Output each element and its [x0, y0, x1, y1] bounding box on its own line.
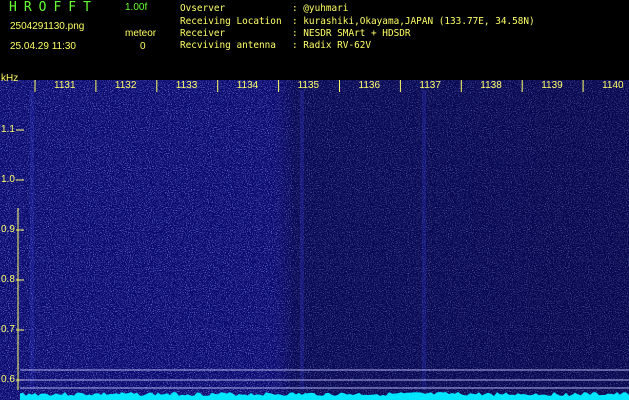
filename-label: 2504291130.png — [10, 21, 85, 32]
freq-tick-label: 1.1 — [1, 124, 15, 135]
time-tick-label: 1136 — [358, 80, 381, 91]
time-tick-label: 1138 — [480, 80, 502, 91]
freq-tick-label: 1.0 — [1, 174, 15, 185]
time-tick-label: 1140 — [602, 80, 624, 91]
time-tick-label: 1139 — [541, 80, 563, 91]
header-panel: HROFFT 1.00f 2504291130.png 25.04.29 11:… — [0, 0, 629, 80]
freq-tick-label: 0.8 — [1, 274, 15, 285]
datetime-label: 25.04.29 11:30 — [10, 41, 76, 52]
info-value-observer: : @yuhmari — [292, 3, 349, 14]
info-key-observer: Ovserver — [180, 3, 226, 14]
meteor-label: meteor — [125, 28, 157, 39]
time-tick-label: 1131 — [54, 80, 76, 91]
info-key-location: Receiving Location — [180, 16, 282, 27]
time-tick-label: 1133 — [175, 80, 198, 91]
vertical-streak — [300, 90, 304, 390]
time-tick-label: 1132 — [114, 80, 137, 91]
vertical-streak — [422, 90, 426, 390]
spectrogram[interactable]: kHz 1131 1132 1133 1134 1135 1136 1137 1138 1139… — [0, 73, 629, 400]
time-tick-label: 1134 — [236, 80, 259, 91]
spectrogram-shade — [0, 80, 629, 400]
vertical-streak — [30, 90, 34, 390]
meteor-count: 0 — [140, 41, 146, 52]
time-tick-label: 1137 — [419, 80, 441, 91]
info-value-location: : kurashiki,Okayama,JAPAN (133.77E, 34.5… — [292, 16, 535, 27]
info-value-antenna: : Radix RV-62V — [292, 40, 372, 51]
freq-tick-label: 0.9 — [1, 224, 15, 235]
app-title: HROFFT — [9, 0, 98, 15]
time-tick-label: 1135 — [297, 80, 320, 91]
info-value-receiver: : NESDR SMArt + HDSDR — [292, 28, 411, 39]
y-axis-unit: kHz — [1, 73, 19, 84]
freq-tick-label: 0.6 — [1, 374, 15, 385]
spectrogram-canvas — [0, 80, 629, 400]
info-key-receiver: Receiver — [180, 28, 226, 39]
freq-tick-label: 0.7 — [1, 324, 15, 335]
app-version: 1.00f — [125, 2, 148, 13]
info-key-antenna: Recviving antenna — [180, 40, 276, 51]
